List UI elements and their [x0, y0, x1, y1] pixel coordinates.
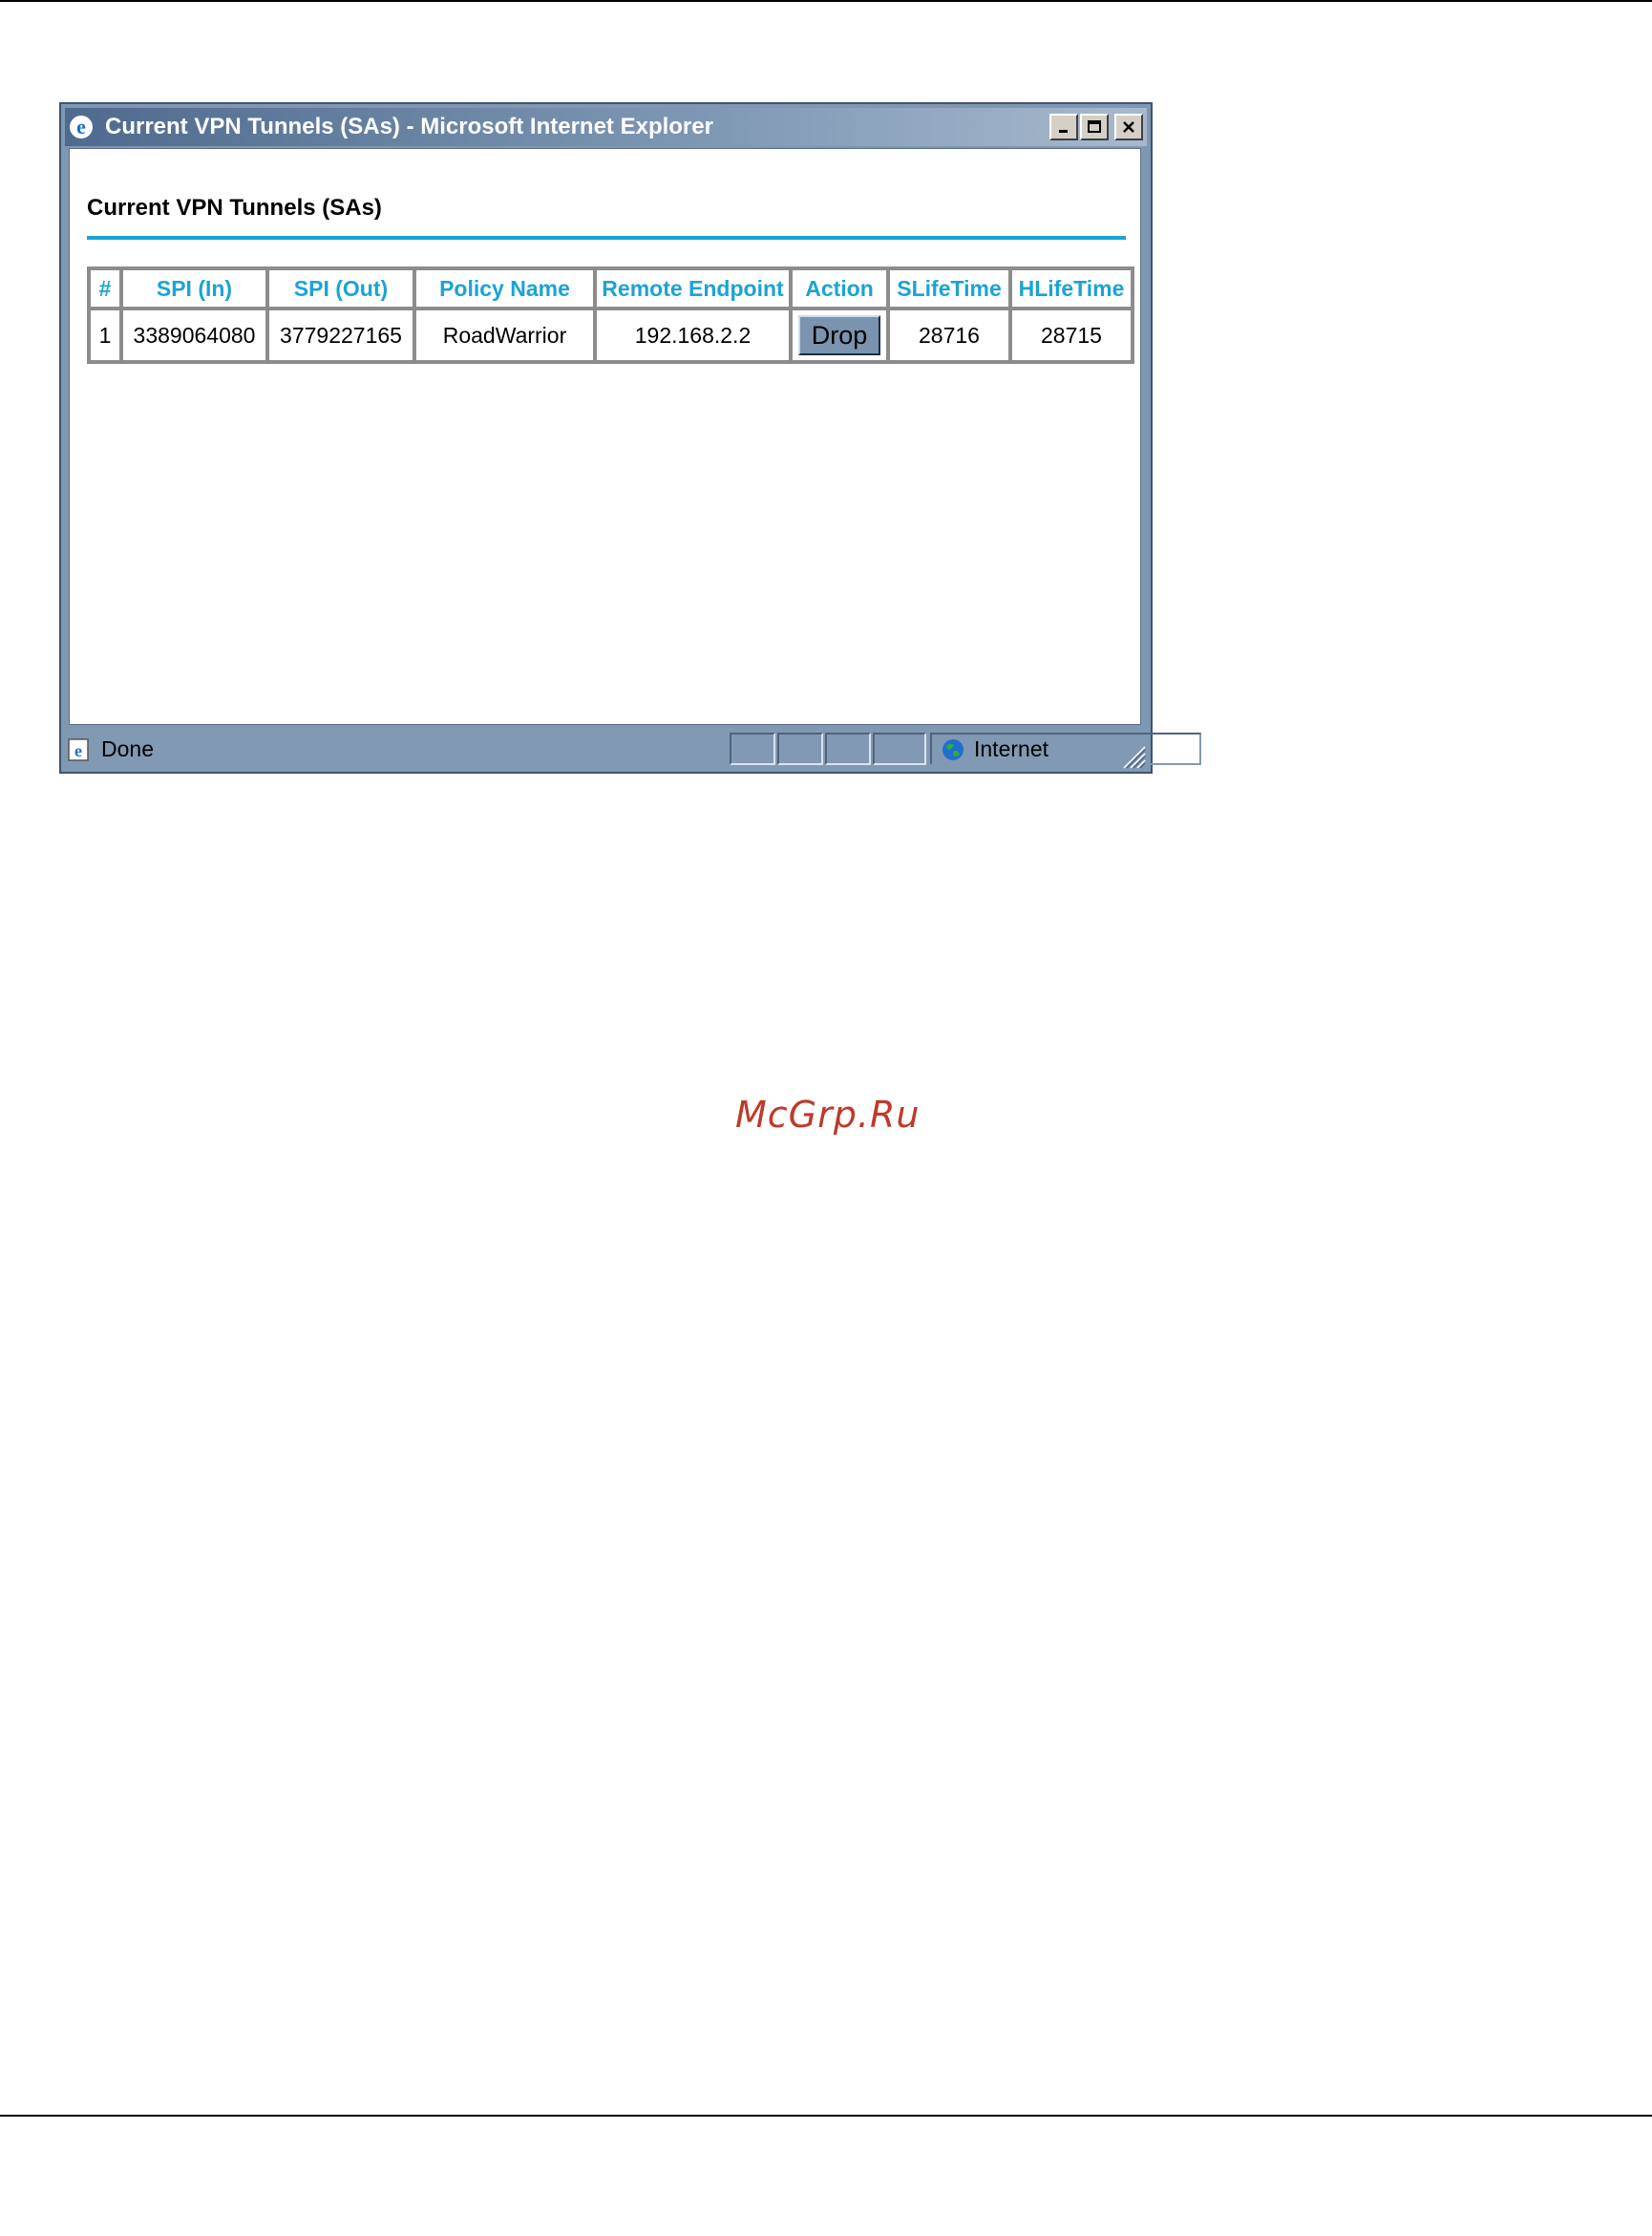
page-bottom-rule — [0, 2115, 1652, 2117]
page-content: Current VPN Tunnels (SAs) # SPI (In) SPI… — [69, 148, 1141, 725]
header-spi-in: SPI (In) — [121, 268, 267, 309]
status-panel-1 — [730, 733, 775, 765]
page-top-rule — [0, 0, 1652, 2]
status-bar: e Done Internet — [65, 729, 1201, 770]
page-heading: Current VPN Tunnels (SAs) — [87, 195, 382, 221]
close-button[interactable] — [1114, 114, 1143, 140]
maximize-button[interactable] — [1080, 114, 1109, 140]
header-spi-out: SPI (Out) — [267, 268, 414, 309]
cell-slifetime: 28716 — [888, 309, 1010, 362]
header-number: # — [89, 268, 121, 309]
window-title: Current VPN Tunnels (SAs) - Microsoft In… — [105, 114, 713, 139]
close-icon — [1123, 121, 1134, 133]
cell-number: 1 — [89, 309, 121, 362]
cell-remote-endpoint: 192.168.2.2 — [595, 309, 791, 362]
header-action: Action — [791, 268, 888, 309]
status-panel-3 — [825, 733, 871, 765]
cell-action: Drop — [791, 309, 888, 362]
svg-text:e: e — [74, 741, 82, 760]
globe-icon — [941, 737, 965, 762]
minimize-icon — [1059, 130, 1068, 133]
heading-divider — [87, 236, 1126, 240]
vpn-tunnels-table: # SPI (In) SPI (Out) Policy Name Remote … — [87, 266, 1134, 364]
svg-text:e: e — [76, 115, 86, 138]
ie-window: e Current VPN Tunnels (SAs) - Microsoft … — [59, 102, 1201, 774]
table-header-row: # SPI (In) SPI (Out) Policy Name Remote … — [89, 268, 1133, 309]
title-bar[interactable]: e Current VPN Tunnels (SAs) - Microsoft … — [65, 108, 1147, 146]
ie-logo-icon: e — [69, 115, 94, 139]
status-panel-4 — [873, 733, 926, 765]
header-slifetime: SLifeTime — [888, 268, 1010, 309]
header-hlifetime: HLifeTime — [1010, 268, 1133, 309]
zone-label: Internet — [974, 736, 1048, 761]
cell-hlifetime: 28715 — [1010, 309, 1133, 362]
table-row: 1 3389064080 3779227165 RoadWarrior 192.… — [89, 309, 1133, 362]
cell-spi-in: 3389064080 — [121, 309, 267, 362]
resize-grip-icon[interactable] — [1118, 741, 1147, 770]
page-status-icon: e — [67, 736, 92, 761]
zone-panel — [930, 733, 1201, 765]
drop-button[interactable]: Drop — [798, 315, 880, 355]
header-policy-name: Policy Name — [414, 268, 595, 309]
window-controls — [1049, 114, 1143, 140]
minimize-button[interactable] — [1049, 114, 1078, 140]
maximize-icon — [1088, 120, 1101, 133]
cell-policy-name: RoadWarrior — [414, 309, 595, 362]
watermark: McGrp.Ru — [735, 1094, 921, 1136]
status-text: Done — [101, 736, 154, 761]
header-remote-endpoint: Remote Endpoint — [595, 268, 791, 309]
status-panel-2 — [777, 733, 823, 765]
cell-spi-out: 3779227165 — [267, 309, 414, 362]
